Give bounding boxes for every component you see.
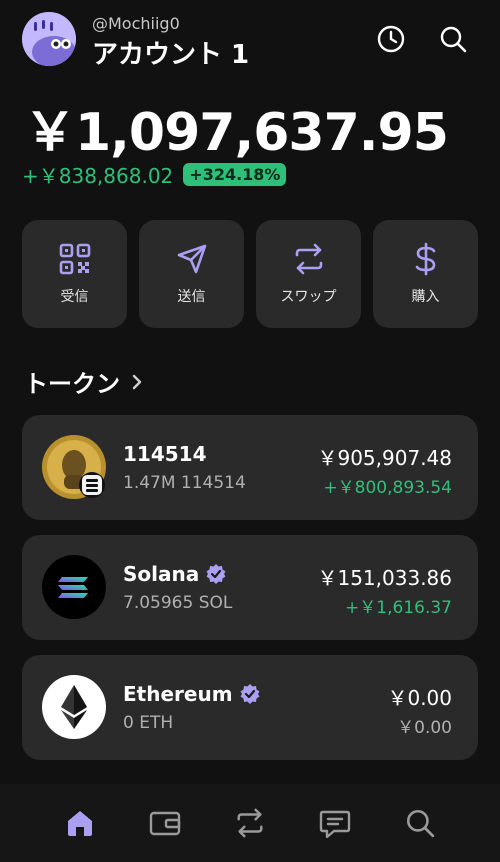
balance-change-percent-badge: +324.18% (183, 163, 287, 186)
token-quantity: 0 ETH (123, 713, 174, 733)
nav-home[interactable] (60, 803, 100, 843)
receive-label: 受信 (60, 289, 89, 305)
swap-icon (237, 808, 263, 838)
buy-button[interactable]: 購入 (373, 220, 478, 328)
token-value: ￥0.00 (387, 686, 452, 710)
balance-change-amount: +￥838,868.02 (22, 164, 174, 188)
account-name[interactable]: アカウント 1 (92, 34, 249, 71)
token-value: ￥151,033.86 (317, 566, 452, 590)
qr-code-icon (59, 243, 90, 275)
nav-swap[interactable] (230, 803, 270, 843)
verified-badge-icon (206, 564, 226, 584)
chat-icon (319, 810, 350, 839)
token-name: Solana (123, 562, 227, 586)
chevron-right-icon (132, 374, 142, 389)
token-quantity: 7.05965 SOL (123, 593, 233, 613)
receive-button[interactable]: 受信 (22, 220, 127, 328)
avatar[interactable] (22, 12, 76, 66)
nav-messages[interactable] (315, 803, 355, 843)
token-change: +￥1,616.37 (345, 598, 452, 618)
total-balance: ￥1,097,637.95 (24, 103, 449, 163)
wallet-icon (149, 811, 181, 836)
token-ethereum-logo (42, 675, 106, 739)
search-icon (440, 26, 467, 53)
tokens-section-title: トークン (24, 370, 120, 398)
quick-actions: 受信 送信 スワップ 購入 (22, 220, 478, 328)
swap-label: スワップ (280, 289, 337, 305)
header: @Mochiig0 アカウント 1 (22, 12, 478, 71)
nav-search[interactable] (400, 803, 440, 843)
search-icon (406, 809, 434, 838)
send-label: 送信 (177, 289, 206, 305)
account-handle: @Mochiig0 (92, 14, 180, 33)
dollar-icon (415, 242, 435, 276)
token-row-ethereum[interactable]: Ethereum 0 ETH ￥0.00 ￥0.00 (22, 655, 478, 760)
token-change: +￥800,893.54 (323, 478, 452, 498)
verified-badge-icon (240, 684, 260, 704)
token-114514-logo (42, 435, 106, 499)
token-name: 114514 (123, 442, 207, 466)
token-114514-coin-icon (42, 435, 106, 499)
token-name-text: Ethereum (123, 682, 233, 706)
nav-wallet[interactable] (145, 803, 185, 843)
token-change: ￥0.00 (397, 718, 452, 738)
balance-change-row: +￥838,868.02 +324.18% (22, 160, 287, 189)
token-row-solana[interactable]: Solana 7.05965 SOL ￥151,033.86 +￥1,616.3… (22, 535, 478, 640)
history-icon (377, 25, 405, 53)
solana-logo-icon (42, 555, 106, 619)
home-icon (68, 811, 93, 836)
history-button[interactable] (374, 22, 408, 56)
token-name-text: Solana (123, 562, 200, 586)
token-name: Ethereum (123, 682, 261, 706)
token-quantity: 1.47M 114514 (123, 473, 246, 493)
send-icon (177, 244, 206, 274)
token-solana-logo (42, 555, 106, 619)
token-name-text: 114514 (123, 442, 207, 466)
tokens-section-header[interactable]: トークン (24, 364, 146, 399)
ethereum-logo-icon (42, 675, 106, 739)
buy-label: 購入 (411, 289, 440, 305)
token-list: 114514 1.47M 114514 ￥905,907.48 +￥800,89… (22, 415, 478, 775)
avatar-image (22, 12, 76, 66)
bottom-nav (0, 784, 500, 862)
token-value: ￥905,907.48 (317, 446, 452, 470)
swap-icon (295, 243, 322, 275)
search-button[interactable] (436, 22, 470, 56)
swap-button[interactable]: スワップ (256, 220, 361, 328)
token-row-114514[interactable]: 114514 1.47M 114514 ￥905,907.48 +￥800,89… (22, 415, 478, 520)
send-button[interactable]: 送信 (139, 220, 244, 328)
